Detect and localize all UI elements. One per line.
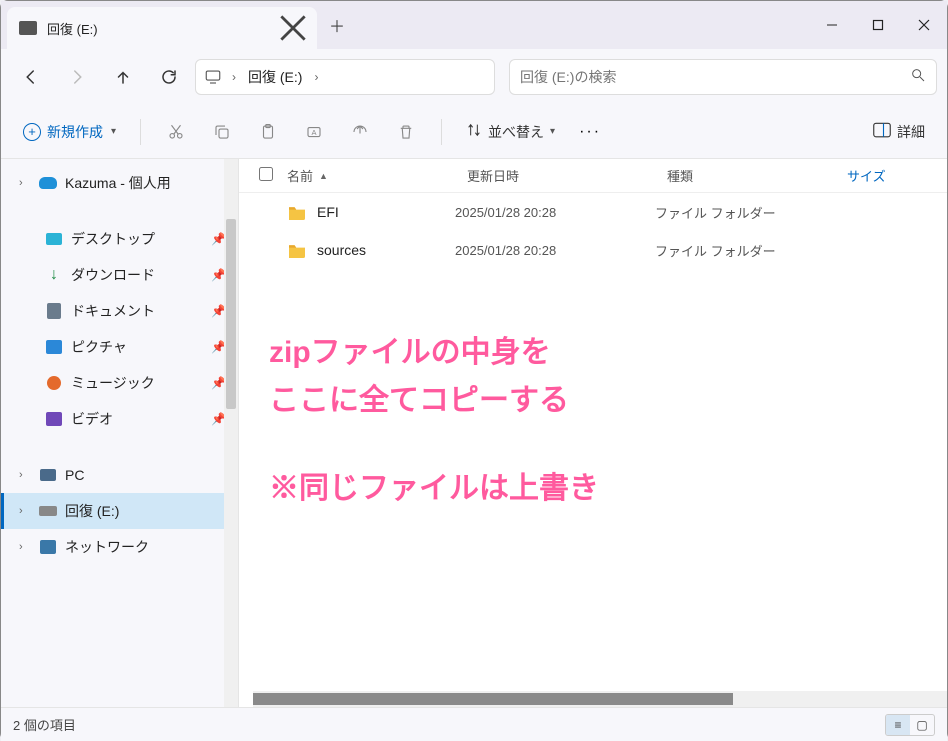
divider — [441, 119, 442, 145]
column-date[interactable]: 更新日時 — [467, 166, 667, 185]
breadcrumb[interactable]: › 回復 (E:) › — [195, 59, 495, 95]
refresh-button[interactable] — [149, 59, 189, 95]
forward-button[interactable] — [57, 59, 97, 95]
navigation-pane: › Kazuma - 個人用 デスクトップ 📌 ↓ ダウンロード 📌 ドキュメン… — [1, 159, 239, 707]
rename-button[interactable]: A — [293, 114, 335, 150]
music-icon — [45, 374, 63, 392]
thumbnails-view-button[interactable]: ▢ — [910, 715, 934, 735]
new-button[interactable]: + 新規作成 ▾ — [13, 116, 126, 148]
sidebar-item-onedrive[interactable]: › Kazuma - 個人用 — [1, 165, 238, 201]
monitor-icon — [202, 66, 224, 88]
sort-icon — [466, 122, 482, 141]
details-pane-button[interactable]: 詳細 — [863, 116, 935, 148]
file-row[interactable]: EFI 2025/01/28 20:28 ファイル フォルダー — [239, 193, 947, 231]
window-controls — [809, 1, 947, 49]
main-area: › Kazuma - 個人用 デスクトップ 📌 ↓ ダウンロード 📌 ドキュメン… — [1, 159, 947, 707]
search-box[interactable] — [509, 59, 937, 95]
pc-icon — [39, 466, 57, 484]
new-label: 新規作成 — [47, 122, 103, 142]
chevron-right-icon: › — [228, 70, 240, 84]
svg-text:A: A — [312, 128, 317, 137]
sidebar-item-music[interactable]: ミュージック 📌 — [1, 365, 238, 401]
details-label: 詳細 — [897, 122, 925, 142]
nav-toolbar: › 回復 (E:) › — [1, 49, 947, 105]
breadcrumb-current[interactable]: 回復 (E:) — [244, 67, 306, 87]
sidebar-item-documents[interactable]: ドキュメント 📌 — [1, 293, 238, 329]
sort-asc-icon: ▲ — [319, 171, 328, 181]
annotation-overlay: zipファイルの中身を ここに全てコピーする ※同じファイルは上書き — [269, 329, 927, 513]
document-icon — [45, 302, 63, 320]
command-bar: + 新規作成 ▾ A 並べ替え ▾ ··· 詳細 — [1, 105, 947, 159]
tab-title: 回復 (E:) — [47, 19, 279, 38]
divider — [140, 119, 141, 145]
folder-icon — [287, 204, 307, 220]
chevron-down-icon: ▾ — [111, 126, 116, 137]
video-icon — [45, 410, 63, 428]
maximize-button[interactable] — [855, 1, 901, 49]
sidebar-item-pc[interactable]: › PC — [1, 457, 238, 493]
search-icon — [910, 67, 926, 88]
up-button[interactable] — [103, 59, 143, 95]
sidebar-item-downloads[interactable]: ↓ ダウンロード 📌 — [1, 257, 238, 293]
drive-icon — [19, 21, 37, 35]
view-toggle: ≡ ▢ — [885, 714, 935, 736]
chevron-right-icon: › — [310, 70, 322, 84]
sidebar-item-desktop[interactable]: デスクトップ 📌 — [1, 221, 238, 257]
new-tab-button[interactable]: ＋ — [317, 1, 357, 49]
status-bar: 2 個の項目 ≡ ▢ — [1, 707, 947, 741]
download-icon: ↓ — [45, 266, 63, 284]
chevron-right-icon: › — [19, 505, 31, 517]
titlebar: 回復 (E:) ＋ — [1, 1, 947, 49]
tab-active[interactable]: 回復 (E:) — [7, 7, 317, 49]
sort-button[interactable]: 並べ替え ▾ — [456, 116, 565, 148]
sidebar-item-videos[interactable]: ビデオ 📌 — [1, 401, 238, 437]
cut-button[interactable] — [155, 114, 197, 150]
paste-button[interactable] — [247, 114, 289, 150]
details-icon — [873, 122, 891, 141]
column-name[interactable]: 名前▲ — [287, 166, 467, 185]
chevron-down-icon: ▾ — [550, 126, 555, 137]
file-row[interactable]: sources 2025/01/28 20:28 ファイル フォルダー — [239, 231, 947, 269]
copy-button[interactable] — [201, 114, 243, 150]
more-button[interactable]: ··· — [569, 123, 611, 141]
plus-circle-icon: + — [23, 123, 41, 141]
folder-icon — [287, 242, 307, 258]
file-list: 名前▲ 更新日時 種類 サイズ EFI 2025/01/28 20:28 ファイ… — [239, 159, 947, 707]
horizontal-scrollbar[interactable] — [253, 691, 947, 707]
chevron-right-icon: › — [19, 177, 31, 189]
column-size[interactable]: サイズ — [847, 166, 886, 185]
tab-close-button[interactable] — [279, 14, 307, 42]
chevron-right-icon: › — [19, 469, 31, 481]
sidebar-item-recovery[interactable]: › 回復 (E:) — [1, 493, 238, 529]
desktop-icon — [45, 230, 63, 248]
back-button[interactable] — [11, 59, 51, 95]
share-button[interactable] — [339, 114, 381, 150]
column-type[interactable]: 種類 — [667, 166, 847, 185]
select-all-checkbox[interactable] — [259, 167, 287, 184]
column-headers: 名前▲ 更新日時 種類 サイズ — [239, 159, 947, 193]
item-count: 2 個の項目 — [13, 715, 76, 734]
network-icon — [39, 538, 57, 556]
picture-icon — [45, 338, 63, 356]
search-input[interactable] — [520, 69, 910, 85]
delete-button[interactable] — [385, 114, 427, 150]
minimize-button[interactable] — [809, 1, 855, 49]
cloud-icon — [39, 174, 57, 192]
drive-icon — [39, 502, 57, 520]
chevron-right-icon: › — [19, 541, 31, 553]
details-view-button[interactable]: ≡ — [886, 715, 910, 735]
sidebar-scrollbar[interactable] — [224, 159, 238, 707]
close-button[interactable] — [901, 1, 947, 49]
sidebar-item-network[interactable]: › ネットワーク — [1, 529, 238, 565]
sidebar-item-pictures[interactable]: ピクチャ 📌 — [1, 329, 238, 365]
sort-label: 並べ替え — [488, 122, 544, 142]
